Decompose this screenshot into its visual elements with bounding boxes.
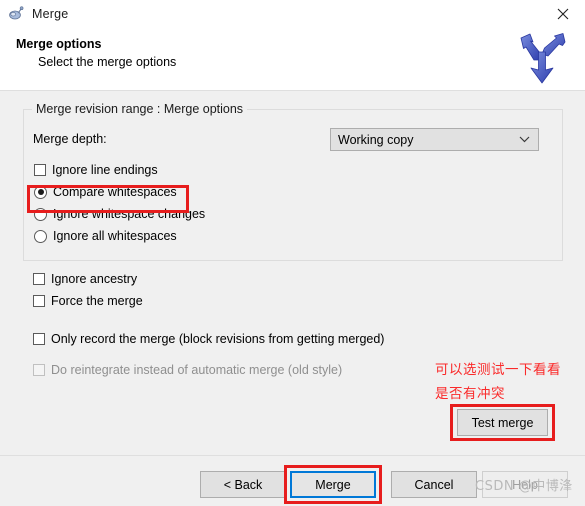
option-label: Compare whitespaces [53, 185, 177, 199]
test-merge-button[interactable]: Test merge [457, 409, 548, 436]
annotation-text-line1: 可以选测试一下看看 [435, 362, 561, 378]
radio-icon [34, 207, 47, 221]
checkbox-only-record-the-merge[interactable]: Only record the merge (block revisions f… [33, 332, 384, 346]
radio-compare-whitespaces[interactable]: Compare whitespaces [34, 185, 177, 199]
page-subtitle: Select the merge options [38, 55, 177, 69]
merge-app-icon [8, 6, 24, 22]
close-icon[interactable] [541, 0, 585, 28]
option-label: Only record the merge (block revisions f… [51, 332, 385, 346]
checkbox-box-icon [34, 164, 46, 176]
option-label: Force the merge [51, 294, 143, 308]
option-label: Ignore all whitespaces [53, 229, 177, 243]
cancel-button[interactable]: Cancel [391, 471, 477, 498]
checkbox-force-the-merge[interactable]: Force the merge [33, 294, 143, 308]
radio-icon [34, 229, 47, 243]
window-title: Merge [32, 7, 69, 21]
option-label: Ignore line endings [52, 163, 158, 177]
dialog-footer: < Back Merge Cancel Help CSDN @中博浲 [0, 455, 585, 506]
checkbox-ignore-line-endings[interactable]: Ignore line endings [34, 163, 158, 177]
wizard-header: Merge options Select the merge options [0, 28, 585, 91]
radio-ignore-whitespace-changes[interactable]: Ignore whitespace changes [34, 207, 205, 221]
checkbox-box-icon [33, 273, 45, 285]
option-label: Ignore ancestry [51, 272, 138, 286]
annotation-text-line2: 是否有冲突 [435, 386, 505, 402]
groupbox-legend: Merge revision range : Merge options [32, 102, 248, 116]
merge-depth-label: Merge depth: [33, 132, 107, 146]
merge-arrow-logo [509, 30, 575, 88]
merge-options-groupbox: Merge revision range : Merge options Mer… [23, 102, 563, 261]
checkbox-box-icon [33, 333, 45, 345]
merge-button[interactable]: Merge [290, 471, 376, 498]
checkbox-ignore-ancestry[interactable]: Ignore ancestry [33, 272, 137, 286]
option-label: Do reintegrate instead of automatic merg… [51, 363, 343, 377]
checkbox-box-icon [33, 364, 45, 376]
option-label: Ignore whitespace changes [53, 207, 206, 221]
chevron-down-icon [519, 129, 530, 150]
title-bar: Merge [0, 0, 585, 28]
checkbox-box-icon [33, 295, 45, 307]
radio-selected-icon [34, 185, 47, 199]
merge-depth-select[interactable]: Working copy [330, 128, 539, 151]
back-button[interactable]: < Back [200, 471, 286, 498]
page-title: Merge options [16, 37, 102, 51]
checkbox-do-reintegrate: Do reintegrate instead of automatic merg… [33, 363, 342, 377]
dialog-body: Merge revision range : Merge options Mer… [0, 91, 585, 455]
watermark: CSDN @中博浲 [475, 479, 573, 494]
radio-ignore-all-whitespaces[interactable]: Ignore all whitespaces [34, 229, 177, 243]
merge-depth-value: Working copy [338, 132, 414, 147]
